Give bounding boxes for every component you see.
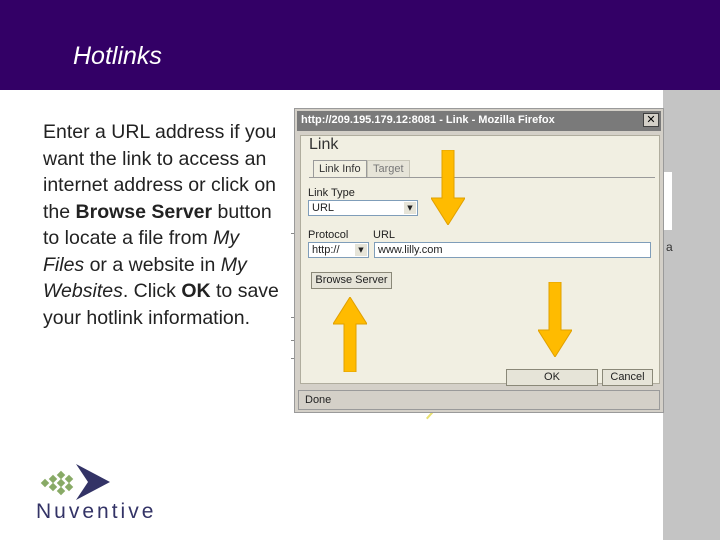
browse-server-button[interactable]: Browse Server <box>311 272 392 289</box>
browse-server-emphasis: Browse Server <box>75 200 213 223</box>
link-type-value: URL <box>312 202 335 214</box>
status-text: Done <box>305 394 332 406</box>
cancel-button[interactable]: Cancel <box>602 369 653 386</box>
window-titlebar[interactable]: http://209.195.179.12:8081 - Link - Mozi… <box>297 111 661 131</box>
arrow-down-icon <box>431 150 465 225</box>
link-type-select[interactable]: URL ▼ <box>308 200 418 216</box>
chevron-down-icon[interactable]: ▼ <box>355 244 367 256</box>
instructions-text: Enter a URL address if you want the link… <box>43 119 283 331</box>
ok-emphasis: OK <box>181 280 211 302</box>
url-input[interactable]: www.lilly.com <box>374 242 651 258</box>
page-title: Hotlinks <box>73 42 162 70</box>
instructions-part: . Click <box>122 280 182 302</box>
status-bar: Done <box>298 390 660 410</box>
instructions-part: or a website in <box>84 253 221 276</box>
chevron-down-icon[interactable]: ▼ <box>404 202 416 214</box>
background-strip <box>663 90 720 540</box>
logo-wordmark: Nuventive <box>36 500 157 523</box>
arrow-down-icon <box>538 282 572 357</box>
protocol-value: http:// <box>312 244 340 256</box>
nuventive-logo-icon <box>40 464 110 500</box>
ok-button[interactable]: OK <box>506 369 598 386</box>
dialog-title: Link <box>309 136 339 153</box>
arrow-up-icon <box>333 297 367 372</box>
background-strip-gap <box>663 172 672 230</box>
background-text: a <box>666 240 673 254</box>
protocol-select[interactable]: http:// ▼ <box>308 242 369 258</box>
tab-link-info[interactable]: Link Info <box>313 160 367 177</box>
link-type-label: Link Type <box>308 187 355 199</box>
window-title: http://209.195.179.12:8081 - Link - Mozi… <box>301 114 555 126</box>
close-button[interactable]: ✕ <box>643 113 659 127</box>
protocol-label: Protocol <box>308 229 349 241</box>
tab-divider <box>309 177 655 178</box>
header-bar: Hotlinks <box>0 0 720 90</box>
url-label: URL <box>373 229 396 241</box>
tab-target[interactable]: Target <box>367 160 410 177</box>
